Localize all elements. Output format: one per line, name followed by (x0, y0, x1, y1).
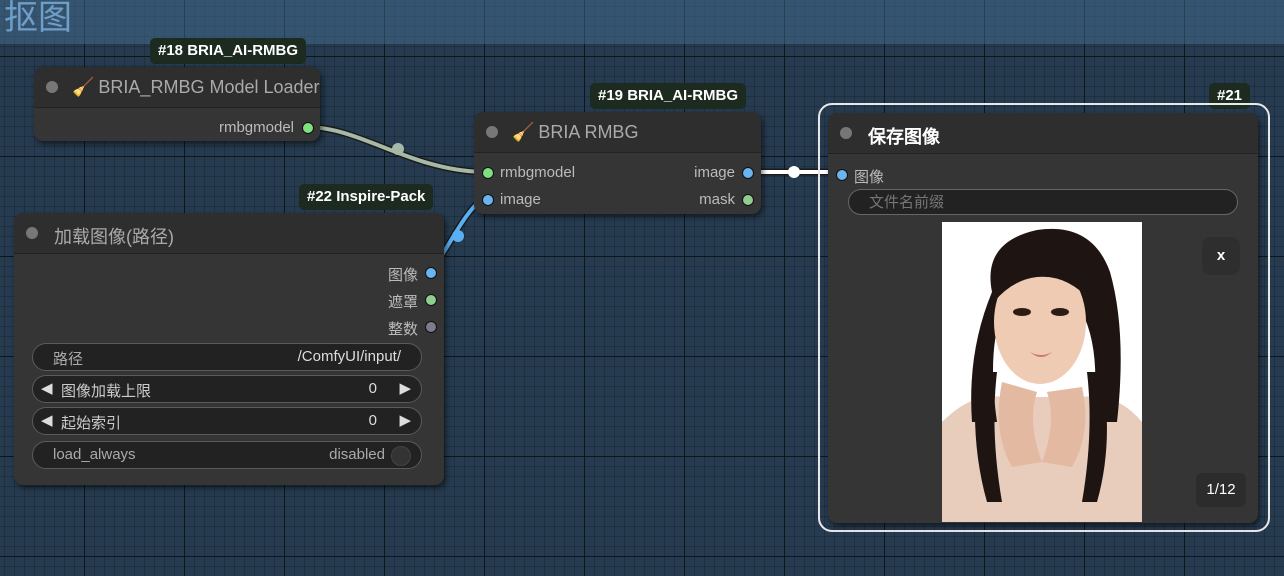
start-index-widget[interactable]: ◀ 起始索引 0 ▶ (32, 407, 422, 435)
wire-midpoint[interactable] (452, 230, 464, 242)
arrow-left-icon[interactable]: ◀ (41, 379, 53, 397)
node-model-loader[interactable]: 🧹 BRIA_RMBG Model Loader rmbgmodel (34, 67, 320, 141)
node-load-image-path[interactable]: 加载图像(路径) 图像 遮罩 整数 路径 /ComfyUI/input/ ◀ 图… (14, 213, 444, 485)
widget-label: 起始索引 (61, 415, 122, 432)
wire-midpoint[interactable] (788, 166, 800, 178)
input-label-rmbgmodel: rmbgmodel (500, 164, 576, 181)
collapse-dot-icon[interactable] (26, 227, 38, 239)
output-label-mask: mask (699, 191, 735, 208)
widget-label: 图像加载上限 (61, 383, 152, 400)
output-socket-rmbgmodel[interactable] (302, 122, 314, 134)
portrait-image (942, 222, 1142, 522)
node-title: 加载图像(路径) (54, 227, 174, 247)
node-save-image-selection[interactable]: 保存图像 图像 x 1/12 (818, 103, 1270, 532)
node-header[interactable]: 加载图像(路径) (14, 213, 444, 254)
widget-value: disabled (329, 446, 385, 463)
arrow-right-icon[interactable]: ▶ (399, 411, 411, 429)
input-socket-image[interactable] (836, 169, 848, 181)
node-header[interactable]: 保存图像 (828, 113, 1258, 154)
widget-value: /ComfyUI/input/ (297, 348, 401, 365)
node-save-image[interactable]: 保存图像 图像 x 1/12 (828, 113, 1258, 523)
collapse-dot-icon[interactable] (46, 81, 58, 93)
widget-label: load_always (53, 446, 136, 463)
node-badge-18: #18 BRIA_AI-RMBG (150, 38, 307, 64)
node-title: BRIA RMBG (538, 122, 639, 142)
filename-prefix-input[interactable] (848, 189, 1238, 215)
output-label-int: 整数 (387, 321, 418, 338)
image-counter: 1/12 (1196, 473, 1246, 507)
preview-image[interactable] (942, 222, 1142, 522)
node-header[interactable]: 🧹 BRIA_RMBG Model Loader (34, 67, 320, 108)
collapse-dot-icon[interactable] (486, 126, 498, 138)
close-preview-button[interactable]: x (1202, 237, 1240, 275)
output-socket-image[interactable] (425, 267, 437, 279)
node-title: BRIA_RMBG Model Loader (98, 77, 320, 97)
toggle-knob[interactable] (391, 446, 411, 466)
input-socket-image[interactable] (482, 194, 494, 206)
node-bria-rmbg[interactable]: 🧹 BRIA RMBG rmbgmodel image image mask (474, 112, 761, 214)
broom-icon: 🧹 (72, 77, 95, 97)
wire-midpoint[interactable] (392, 143, 404, 155)
output-socket-image[interactable] (742, 167, 754, 179)
input-label-image: 图像 (854, 169, 885, 186)
node-badge-19: #19 BRIA_AI-RMBG (590, 83, 747, 109)
output-label-image: 图像 (387, 267, 418, 284)
widget-label: 路径 (53, 351, 84, 368)
image-load-cap-widget[interactable]: ◀ 图像加载上限 0 ▶ (32, 375, 422, 403)
node-header[interactable]: 🧹 BRIA RMBG (474, 112, 761, 153)
output-socket-mask[interactable] (425, 294, 437, 306)
load-always-toggle[interactable]: load_always disabled (32, 441, 422, 469)
output-socket-int[interactable] (425, 321, 437, 333)
path-widget[interactable]: 路径 /ComfyUI/input/ (32, 343, 422, 371)
input-label-image: image (500, 191, 541, 208)
widget-value: 0 (368, 380, 377, 397)
input-socket-rmbgmodel[interactable] (482, 167, 494, 179)
arrow-left-icon[interactable]: ◀ (41, 411, 53, 429)
node-badge-22: #22 Inspire-Pack (299, 184, 434, 210)
widget-value: 0 (368, 412, 377, 429)
output-label-rmbgmodel: rmbgmodel (218, 119, 294, 136)
output-label-image: image (694, 164, 735, 181)
node-title: 保存图像 (868, 127, 940, 147)
arrow-right-icon[interactable]: ▶ (399, 379, 411, 397)
broom-icon: 🧹 (512, 122, 535, 142)
output-label-mask: 遮罩 (387, 294, 418, 311)
output-socket-mask[interactable] (742, 194, 754, 206)
collapse-dot-icon[interactable] (840, 127, 852, 139)
